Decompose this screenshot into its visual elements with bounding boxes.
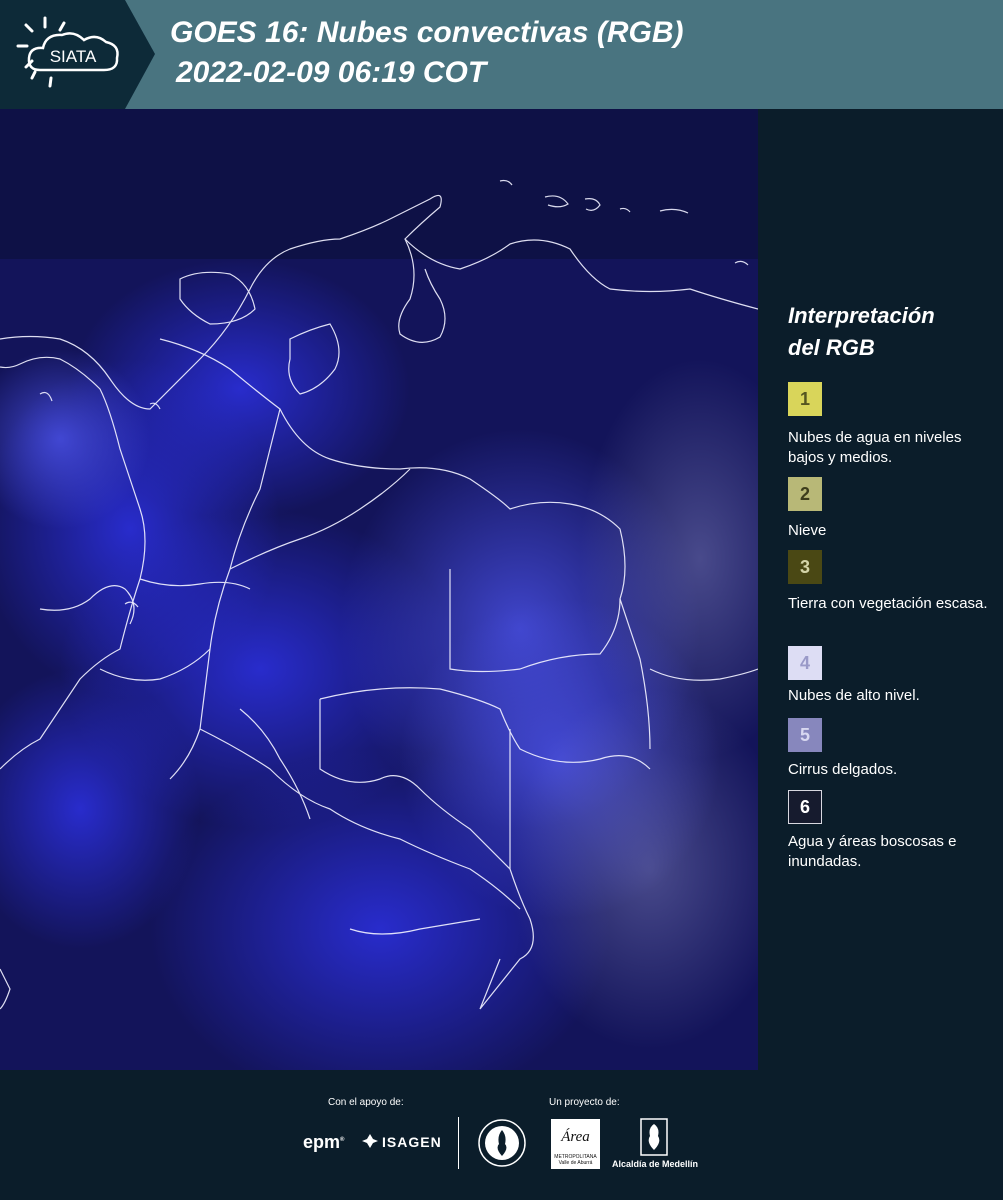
- footer-divider: [458, 1117, 459, 1169]
- legend-swatch-3: 3: [788, 550, 822, 584]
- epm-logo-text: epm: [303, 1132, 341, 1152]
- isagen-logo: ISAGEN: [382, 1134, 442, 1150]
- alcaldia-shield-icon: [640, 1118, 668, 1156]
- amva-logo-word: Área: [561, 1129, 590, 1145]
- alcaldia-label: Alcaldía de Medellín: [612, 1159, 699, 1169]
- header-bar: SIATA GOES 16: Nubes convectivas (RGB) 2…: [0, 0, 1003, 109]
- page-title: GOES 16: Nubes convectivas (RGB): [170, 16, 684, 49]
- legend-label-5: Cirrus delgados.: [788, 761, 898, 778]
- amva-logo-subtitle: METROPOLITANA Valle de Aburrá: [554, 1154, 597, 1166]
- svg-text:SIATA: SIATA: [50, 47, 97, 66]
- satellite-image: [0, 109, 758, 1070]
- legend-swatch-5: 5: [788, 718, 822, 752]
- legend-title-line1: Interpretación: [788, 303, 935, 328]
- support-label: Con el apoyo de:: [328, 1097, 404, 1108]
- project-label: Un proyecto de:: [549, 1097, 620, 1108]
- rgb-legend: Interpretación del RGB 1 Nubes de agua e…: [788, 300, 993, 870]
- legend-swatch-2: 2: [788, 477, 822, 511]
- legend-swatch-4: 4: [788, 646, 822, 680]
- legend-title-line2: del RGB: [788, 335, 875, 360]
- footer: Con el apoyo de: Un proyecto de: epm® IS…: [0, 1070, 1003, 1200]
- medellin-seal-icon: [478, 1119, 526, 1167]
- epm-logo: epm®: [303, 1132, 345, 1152]
- legend-label-1: Nubes de agua en niveles bajos y medios.: [788, 429, 962, 466]
- page-timestamp: 2022-02-09 06:19 COT: [176, 56, 487, 89]
- satellite-map: [0, 109, 758, 1070]
- siata-logo: SIATA: [0, 0, 155, 109]
- legend-swatch-6: 6: [788, 790, 822, 824]
- area-metropolitana-logo: Área METROPOLITANA Valle de Aburrá: [551, 1119, 600, 1169]
- legend-label-6: Agua y áreas boscosas e inundadas.: [788, 833, 957, 870]
- legend-label-3: Tierra con vegetación escasa.: [788, 595, 988, 612]
- siata-logo-icon: SIATA: [0, 0, 155, 109]
- legend-swatch-1: 1: [788, 382, 822, 416]
- legend-label-4: Nubes de alto nivel.: [788, 687, 920, 704]
- isagen-icon: [362, 1134, 378, 1148]
- legend-label-2: Nieve: [788, 522, 827, 539]
